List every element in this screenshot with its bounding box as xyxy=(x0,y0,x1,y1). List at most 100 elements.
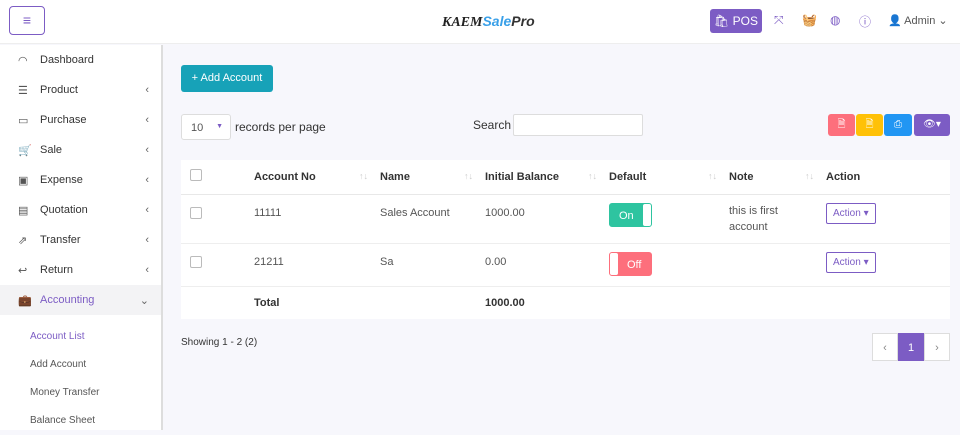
prev-page-button[interactable]: ‹ xyxy=(872,333,898,361)
row-checkbox[interactable] xyxy=(190,255,202,268)
search-input[interactable] xyxy=(513,114,643,136)
sidebar-sub-add-account[interactable]: Add Account xyxy=(0,351,161,379)
label: Purchase xyxy=(40,114,87,126)
pos-button[interactable]: 🛍 POS xyxy=(710,9,762,33)
header-label: Initial Balance xyxy=(485,170,559,183)
gauge-icon: ◠ xyxy=(18,54,28,67)
label: Quotation xyxy=(40,204,88,216)
default-toggle[interactable]: Off xyxy=(609,251,652,276)
top-bar: ≡ KAEMSalePro 🛍 POS ⤧ 🧺 ◍ ⓘ 👤 Admin ⌄ xyxy=(0,0,960,44)
page-size-select[interactable]: 10 ▼ xyxy=(181,114,231,140)
sidebar-item-accounting[interactable]: 💼 Accounting ⌄ xyxy=(0,285,161,315)
list-icon: ☰ xyxy=(18,84,28,97)
eye-icon: 👁▾ xyxy=(923,119,941,130)
briefcase-icon: 💼 xyxy=(18,294,32,307)
sidebar-item-return[interactable]: ↩ Return ‹ xyxy=(0,255,161,285)
sort-icon: ↑↓ xyxy=(588,170,597,181)
chevron-left-icon: ‹ xyxy=(145,114,149,126)
sidebar-sub-balance-sheet[interactable]: Balance Sheet xyxy=(0,407,161,435)
column-initial-balance[interactable]: Initial Balance ↑↓ xyxy=(485,160,609,195)
doc-icon: ▤ xyxy=(18,204,29,217)
column-default[interactable]: Default ↑↓ xyxy=(609,160,729,195)
search-label: Search xyxy=(473,118,512,132)
page-1-button[interactable]: 1 xyxy=(898,333,924,361)
user-menu[interactable]: 👤 Admin ⌄ xyxy=(888,14,948,27)
account-name: Sales Account xyxy=(380,194,485,244)
file-icon: 🗎 xyxy=(865,119,874,130)
basket-icon[interactable]: 🧺 xyxy=(802,13,817,27)
user-icon: 👤 xyxy=(888,15,902,27)
row-checkbox[interactable] xyxy=(190,206,202,219)
sort-icon: ↑↓ xyxy=(359,170,368,181)
next-page-button[interactable]: › xyxy=(924,333,950,361)
csv-export-button[interactable]: 🗎 xyxy=(856,114,883,136)
chevron-left-icon: ‹ xyxy=(145,174,149,186)
label: Sale xyxy=(40,144,63,156)
accounts-table-card: Account No ↑↓ Name ↑↓ Initial Balance ↑↓ De… xyxy=(181,160,950,319)
note xyxy=(729,243,826,287)
column-name[interactable]: Name ↑↓ xyxy=(380,160,485,195)
column-note[interactable]: Note ↑↓ xyxy=(729,160,826,195)
default-toggle[interactable]: On xyxy=(609,202,652,227)
label: Expense xyxy=(40,174,83,186)
share-icon: ⇗ xyxy=(18,234,28,247)
sidebar-item-quotation[interactable]: ▤ Quotation ‹ xyxy=(0,195,161,225)
menu-toggle-button[interactable]: ≡ xyxy=(9,6,45,35)
sidebar-item-product[interactable]: ☰ Product ‹ xyxy=(0,75,161,105)
undo-icon: ↩ xyxy=(18,264,28,277)
select-all-checkbox[interactable] xyxy=(190,169,202,182)
header-label: Note xyxy=(729,170,754,183)
page-size-value: 10 xyxy=(191,122,204,134)
action-dropdown[interactable]: Action ▾ xyxy=(826,251,876,273)
fullscreen-icon[interactable]: ⤧ xyxy=(774,13,784,28)
header-label: Name xyxy=(380,170,410,183)
sidebar-sub-account-list[interactable]: Account List xyxy=(0,323,161,351)
logo: KAEMSalePro xyxy=(442,13,535,30)
label: Product xyxy=(40,84,78,96)
records-per-page-label: records per page xyxy=(235,120,326,134)
column-visibility-button[interactable]: 👁▾ xyxy=(914,114,950,136)
label: Transfer xyxy=(40,234,81,246)
info-icon[interactable]: ⓘ xyxy=(859,13,871,30)
sidebar-sub-money-transfer[interactable]: Money Transfer xyxy=(0,379,161,407)
total-label: Total xyxy=(254,296,280,309)
pdf-export-button[interactable]: 🗎 xyxy=(828,114,855,136)
caret-down-icon: ▼ xyxy=(216,123,223,130)
sidebar-item-transfer[interactable]: ⇗ Transfer ‹ xyxy=(0,225,161,255)
action-label: Action xyxy=(833,256,861,268)
initial-balance: 1000.00 xyxy=(485,194,609,244)
column-account-no[interactable]: Account No ↑↓ xyxy=(254,160,380,195)
table-row: 21211 Sa 0.00 Off Action ▾ xyxy=(181,243,950,287)
label: Return xyxy=(40,264,74,276)
add-account-button[interactable]: + Add Account xyxy=(181,65,273,92)
chevron-left-icon: ‹ xyxy=(145,264,149,276)
label: Accounting xyxy=(40,294,95,306)
sort-icon: ↑↓ xyxy=(708,170,717,181)
account-name: Sa xyxy=(380,243,485,287)
showing-info: Showing 1 - 2 (2) xyxy=(181,337,258,348)
sort-icon: ↑↓ xyxy=(805,170,814,181)
chevron-left-icon: ‹ xyxy=(145,204,149,216)
print-icon: ⎙ xyxy=(894,119,902,130)
header-label: Account No xyxy=(254,170,316,183)
globe-icon[interactable]: ◍ xyxy=(830,13,840,27)
chevron-left-icon: ‹ xyxy=(145,144,149,156)
user-name: Admin xyxy=(904,15,936,27)
sidebar-item-expense[interactable]: ▣ Expense ‹ xyxy=(0,165,161,195)
table-row: 11111 Sales Account 1000.00 On this is f… xyxy=(181,194,950,244)
action-dropdown[interactable]: Action ▾ xyxy=(826,202,876,224)
bag-icon: 🛍 xyxy=(714,14,730,28)
sidebar-item-sale[interactable]: 🛒 Sale ‹ xyxy=(0,135,161,165)
header-label: Default xyxy=(609,170,647,183)
print-button[interactable]: ⎙ xyxy=(884,114,912,136)
sidebar-item-purchase[interactable]: ▭ Purchase ‹ xyxy=(0,105,161,135)
account-no: 21211 xyxy=(254,243,380,287)
sidebar-item-dashboard[interactable]: ◠ Dashboard xyxy=(0,45,161,75)
total-value: 1000.00 xyxy=(485,296,525,309)
wallet-icon: ▣ xyxy=(18,174,29,187)
cart-icon: 🛒 xyxy=(18,144,32,157)
card-icon: ▭ xyxy=(18,114,29,127)
header-label: Action xyxy=(826,170,861,183)
note: this is first account xyxy=(729,194,826,244)
pos-label: POS xyxy=(732,14,758,28)
